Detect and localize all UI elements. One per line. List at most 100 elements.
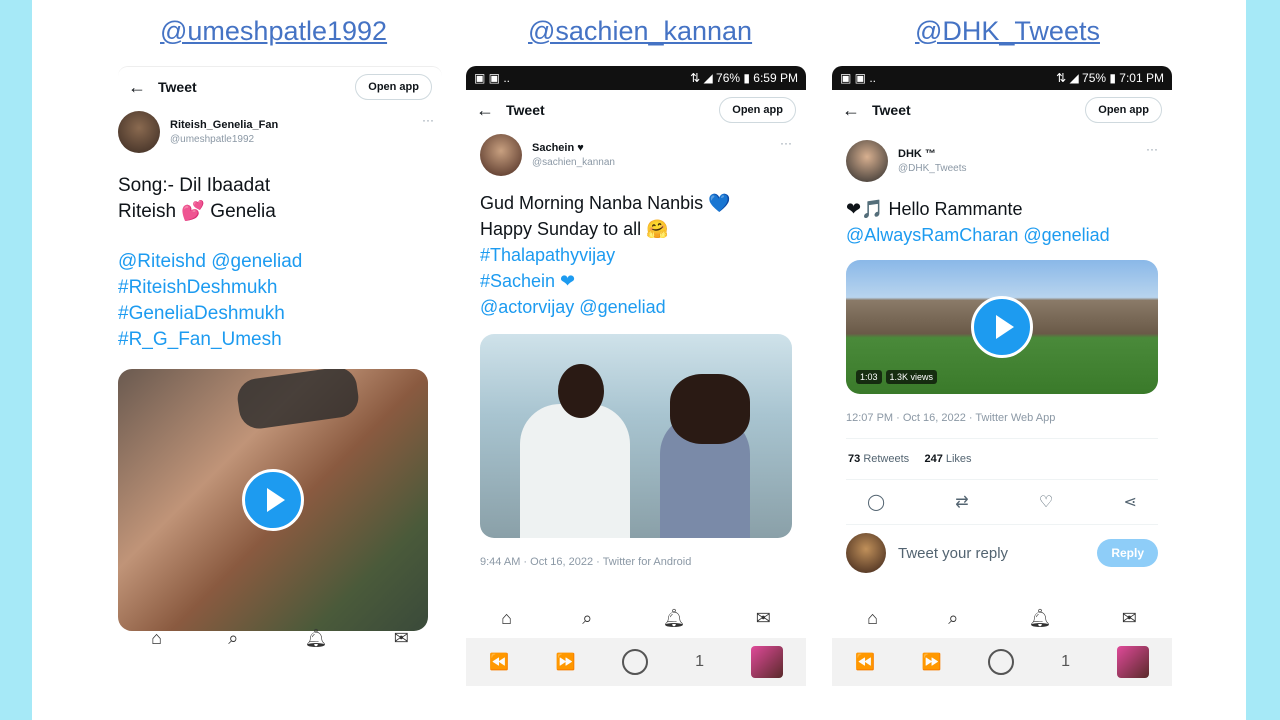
tweet-panel-1: ← Tweet Open app Riteish_Genelia_Fan @um… [118,66,442,688]
author-row: Sachein ♥ @sachien_kannan ··· [466,130,806,176]
retweet-count[interactable]: 73 [848,453,860,465]
status-right: ⇅ ◢ 76% ▮ 6:59 PM [690,71,798,85]
reply-composer: Tweet your reply Reply [832,525,1172,581]
bell-icon[interactable]: 🔔︎ [663,608,686,629]
home-icon[interactable]: ⌂ [501,608,512,629]
reply-input[interactable]: Tweet your reply [898,545,1085,562]
back-arrow-icon[interactable]: ← [476,100,506,121]
tweet-panel-3: ▣ ▣ .. ⇅ ◢ 75% ▮ 7:01 PM ← Tweet Open ap… [832,66,1172,688]
tweet-line: Riteish 💕 Genelia [118,201,276,222]
back-arrow-icon[interactable]: ← [842,100,872,121]
page-number: 1 [1061,653,1070,670]
share-icon[interactable]: ⋖ [1123,492,1136,512]
tweet-text: Song:- Dil Ibaadat Riteish 💕 Genelia @Ri… [118,173,442,353]
search-icon[interactable]: ⌕ [948,608,958,629]
sunglasses-shape [235,369,361,432]
author-handle[interactable]: @DHK_Tweets [898,163,967,174]
profile-avatar-icon[interactable] [1116,646,1149,678]
tweet-actions: ◯ ⇄ ♡ ⋖ [832,480,1172,524]
page-number: 1 [695,653,704,670]
play-button-icon[interactable] [971,296,1033,358]
bottom-nav: ⌂ ⌕ 🔔︎ ✉ [832,600,1172,636]
author-row: Riteish_Genelia_Fan @umeshpatle1992 ··· [118,107,442,153]
home-circle-icon[interactable] [622,649,649,675]
fast-forward-icon[interactable]: ⏩ [922,652,942,672]
home-icon[interactable]: ⌂ [151,628,162,649]
home-circle-icon[interactable] [988,649,1015,675]
avatar[interactable] [118,111,160,153]
reply-button[interactable]: Reply [1097,539,1158,567]
toolbar-title: Tweet [158,79,197,95]
search-icon[interactable]: ⌕ [582,608,592,629]
search-icon[interactable]: ⌕ [228,628,238,649]
mail-icon[interactable]: ✉ [756,608,771,629]
rewind-icon[interactable]: ⏪ [855,652,875,672]
bell-icon[interactable]: 🔔︎ [305,628,328,649]
reply-icon[interactable]: ◯ [867,492,885,512]
tweet-stats: 73 Retweets 247 Likes [832,439,1172,479]
tweet-line: Song:- Dil Ibaadat [118,175,271,196]
tweet-link[interactable]: @actorvijay @geneliad [480,294,806,320]
open-app-button[interactable]: Open app [719,97,796,123]
author-name[interactable]: DHK ™ [898,148,967,160]
author-handle[interactable]: @umeshpatle1992 [170,134,278,145]
tweet-link[interactable]: #GeneliaDeshmukh [118,301,442,327]
status-left: ▣ ▣ .. [474,71,511,85]
video-thumbnail[interactable]: 1:03 1.3K views [846,260,1158,394]
tweet-toolbar: ← Tweet Open app [118,66,442,107]
retweet-icon[interactable]: ⇄ [955,492,968,512]
tweet-image[interactable] [480,334,792,538]
toolbar-title: Tweet [506,102,545,118]
more-options-icon[interactable]: ··· [422,113,434,127]
fast-forward-icon[interactable]: ⏩ [556,652,576,672]
author-name[interactable]: Riteish_Genelia_Fan [170,119,278,131]
android-nav-bar: ⏪ ⏩ 1 [466,638,806,686]
toolbar-title: Tweet [872,102,911,118]
tweet-line: Happy Sunday to all 🤗 [480,219,669,239]
heading-umeshpatle1992[interactable]: @umeshpatle1992 [160,16,387,47]
avatar[interactable] [846,140,888,182]
tweet-link[interactable]: #R_G_Fan_Umesh [118,327,442,353]
tweet-timestamp: 9:44 AM · Oct 16, 2022 · Twitter for And… [480,556,692,568]
tweet-link[interactable]: @Riteishd @geneliad [118,249,442,275]
figure-man [520,404,630,538]
like-label[interactable]: Likes [946,453,972,465]
tweet-link[interactable]: @AlwaysRamCharan @geneliad [846,222,1172,248]
retweet-label[interactable]: Retweets [863,453,909,465]
tweet-link[interactable]: #Sachein ❤ [480,268,806,294]
author-name[interactable]: Sachein ♥ [532,142,615,154]
rewind-icon[interactable]: ⏪ [489,652,509,672]
tweet-line: Gud Morning Nanba Nanbis 💙 [480,193,731,213]
tweet-panel-2: ▣ ▣ .. ⇅ ◢ 76% ▮ 6:59 PM ← Tweet Open ap… [466,66,806,688]
heading-sachien-kannan[interactable]: @sachien_kannan [528,16,752,47]
more-options-icon[interactable]: ··· [780,136,792,150]
home-icon[interactable]: ⌂ [867,608,878,629]
avatar[interactable] [480,134,522,176]
figure-woman-hair [670,374,750,444]
status-bar: ▣ ▣ .. ⇅ ◢ 76% ▮ 6:59 PM [466,66,806,90]
figure-man-head [558,364,604,418]
play-button-icon[interactable] [242,469,304,531]
open-app-button[interactable]: Open app [355,74,432,100]
back-arrow-icon[interactable]: ← [128,77,158,98]
mail-icon[interactable]: ✉ [394,628,409,649]
tweet-link[interactable]: #Thalapathyvijay [480,242,806,268]
open-app-button[interactable]: Open app [1085,97,1162,123]
author-handle[interactable]: @sachien_kannan [532,157,615,168]
video-thumbnail[interactable] [118,369,428,631]
bell-icon[interactable]: 🔔︎ [1029,608,1052,629]
video-views: 1.3K views [885,370,938,384]
tweet-line: ❤🎵 Hello Rammante [846,199,1023,219]
profile-avatar-icon[interactable] [750,646,783,678]
more-options-icon[interactable]: ··· [1146,142,1158,156]
status-left: ▣ ▣ .. [840,71,877,85]
avatar [846,533,886,573]
tweet-timestamp: 12:07 PM · Oct 16, 2022 · Twitter Web Ap… [846,412,1056,424]
like-count[interactable]: 247 [924,453,942,465]
heart-icon[interactable]: ♡ [1039,492,1053,512]
video-duration: 1:03 [856,370,882,384]
mail-icon[interactable]: ✉ [1122,608,1137,629]
heading-dhk-tweets[interactable]: @DHK_Tweets [915,16,1100,47]
tweet-link[interactable]: #RiteishDeshmukh [118,275,442,301]
status-right: ⇅ ◢ 75% ▮ 7:01 PM [1056,71,1164,85]
